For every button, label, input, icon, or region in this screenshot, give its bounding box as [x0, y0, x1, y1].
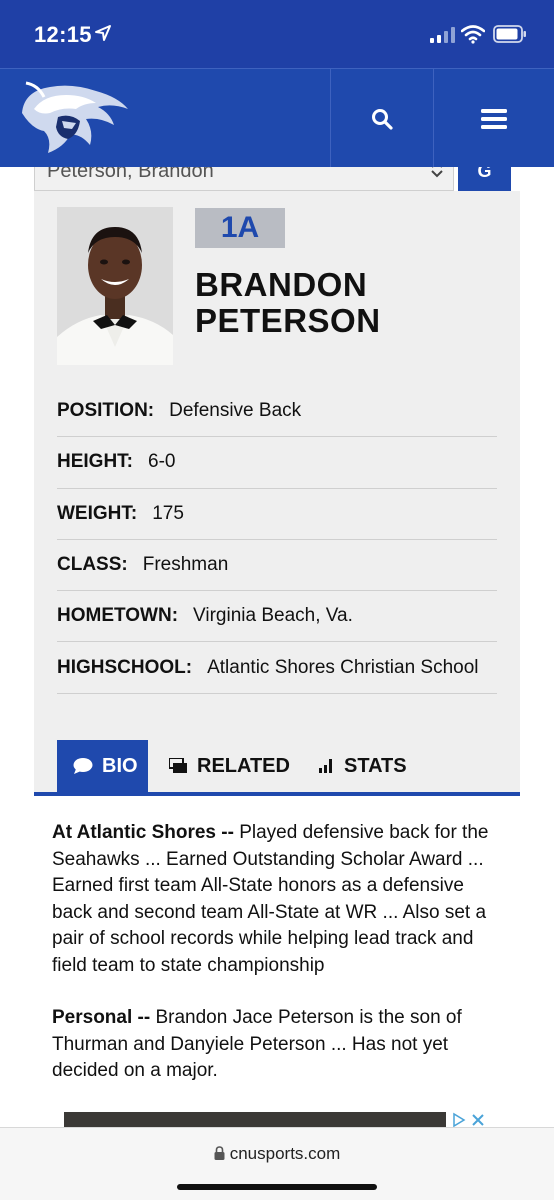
browser-url-text: cnusports.com	[229, 1144, 341, 1163]
bio-heading: Personal --	[52, 1007, 151, 1028]
player-card: 1A BRANDON PETERSON POSITION: Defensive B…	[34, 191, 520, 795]
roster-select-value: Peterson, Brandon	[47, 167, 214, 182]
site-header	[0, 68, 554, 168]
fact-value: 175	[152, 502, 184, 524]
fact-position: POSITION: Defensive Back	[57, 386, 497, 438]
tab-stats[interactable]: STATS	[319, 740, 407, 792]
advertisement[interactable]	[64, 1112, 490, 1128]
fact-highschool: HIGHSCHOOL: Atlantic Shores Christian Sch…	[57, 642, 497, 694]
home-indicator	[177, 1184, 377, 1190]
fact-value: Freshman	[142, 554, 229, 576]
fact-value: Defensive Back	[169, 400, 302, 422]
tab-bio[interactable]: BIO	[57, 740, 148, 792]
lock-icon	[214, 1146, 225, 1160]
bar-chart-icon	[319, 759, 332, 773]
related-cards-icon	[169, 758, 187, 773]
browser-url[interactable]: cnusports.com	[0, 1144, 554, 1164]
fact-label: CLASS:	[57, 554, 128, 576]
speech-bubble-icon	[73, 758, 93, 774]
fact-value: Virginia Beach, Va.	[193, 605, 353, 627]
bio-paragraph: Personal -- Brandon Jace Peterson is the…	[52, 1005, 502, 1085]
tab-label: BIO	[102, 754, 138, 777]
fact-height: HEIGHT: 6-0	[57, 437, 497, 489]
player-headshot-image	[57, 207, 173, 365]
fact-label: HEIGHT:	[57, 451, 133, 473]
location-arrow-icon	[95, 25, 111, 41]
menu-button[interactable]	[434, 69, 554, 168]
bio-heading: At Atlantic Shores --	[52, 822, 234, 843]
go-button-label: G	[477, 167, 492, 181]
ad-choices-badge[interactable]	[446, 1112, 490, 1128]
status-bar: 12:15	[0, 0, 554, 68]
fact-label: HOMETOWN:	[57, 605, 179, 627]
tab-label: STATS	[344, 754, 407, 777]
player-facts: POSITION: Defensive Back HEIGHT: 6-0 WEIGH…	[57, 386, 497, 694]
player-tabs: BIO RELATED STATS	[34, 740, 520, 792]
status-time: 12:15	[34, 22, 92, 47]
fact-label: HIGHSCHOOL:	[57, 656, 193, 678]
roster-select[interactable]: Peterson, Brandon	[34, 167, 454, 191]
tabs-underline	[34, 792, 520, 796]
tab-label: RELATED	[197, 754, 290, 777]
cell-signal-icon	[430, 27, 455, 43]
tab-related[interactable]: RELATED	[169, 740, 290, 792]
fact-value: 6-0	[148, 451, 176, 473]
fact-hometown: HOMETOWN: Virginia Beach, Va.	[57, 591, 497, 643]
search-icon	[371, 108, 393, 130]
fact-class: CLASS: Freshman	[57, 540, 497, 592]
fact-weight: WEIGHT: 175	[57, 489, 497, 540]
battery-icon	[493, 25, 526, 43]
player-first-name: BRANDON	[195, 266, 368, 303]
chevron-updown-icon	[431, 167, 443, 178]
bio-paragraph: At Atlantic Shores -- Played defensive b…	[52, 820, 502, 979]
search-button[interactable]	[330, 69, 433, 168]
player-name: BRANDON PETERSON	[195, 267, 381, 339]
fact-label: WEIGHT:	[57, 502, 138, 524]
wifi-icon	[461, 25, 485, 44]
jersey-number: 1A	[195, 208, 285, 248]
hamburger-menu-icon	[481, 108, 507, 129]
bio-text: Played defensive back for the Seahawks .…	[52, 822, 489, 976]
player-last-name: PETERSON	[195, 302, 381, 339]
fact-label: POSITION:	[57, 400, 155, 422]
cavalier-helmet-logo[interactable]	[14, 73, 134, 163]
ad-choices-icon[interactable]	[446, 1112, 490, 1128]
fact-value: Atlantic Shores Christian School	[207, 656, 479, 678]
bio-content: At Atlantic Shores -- Played defensive b…	[52, 820, 502, 1111]
player-headshot	[57, 207, 173, 365]
